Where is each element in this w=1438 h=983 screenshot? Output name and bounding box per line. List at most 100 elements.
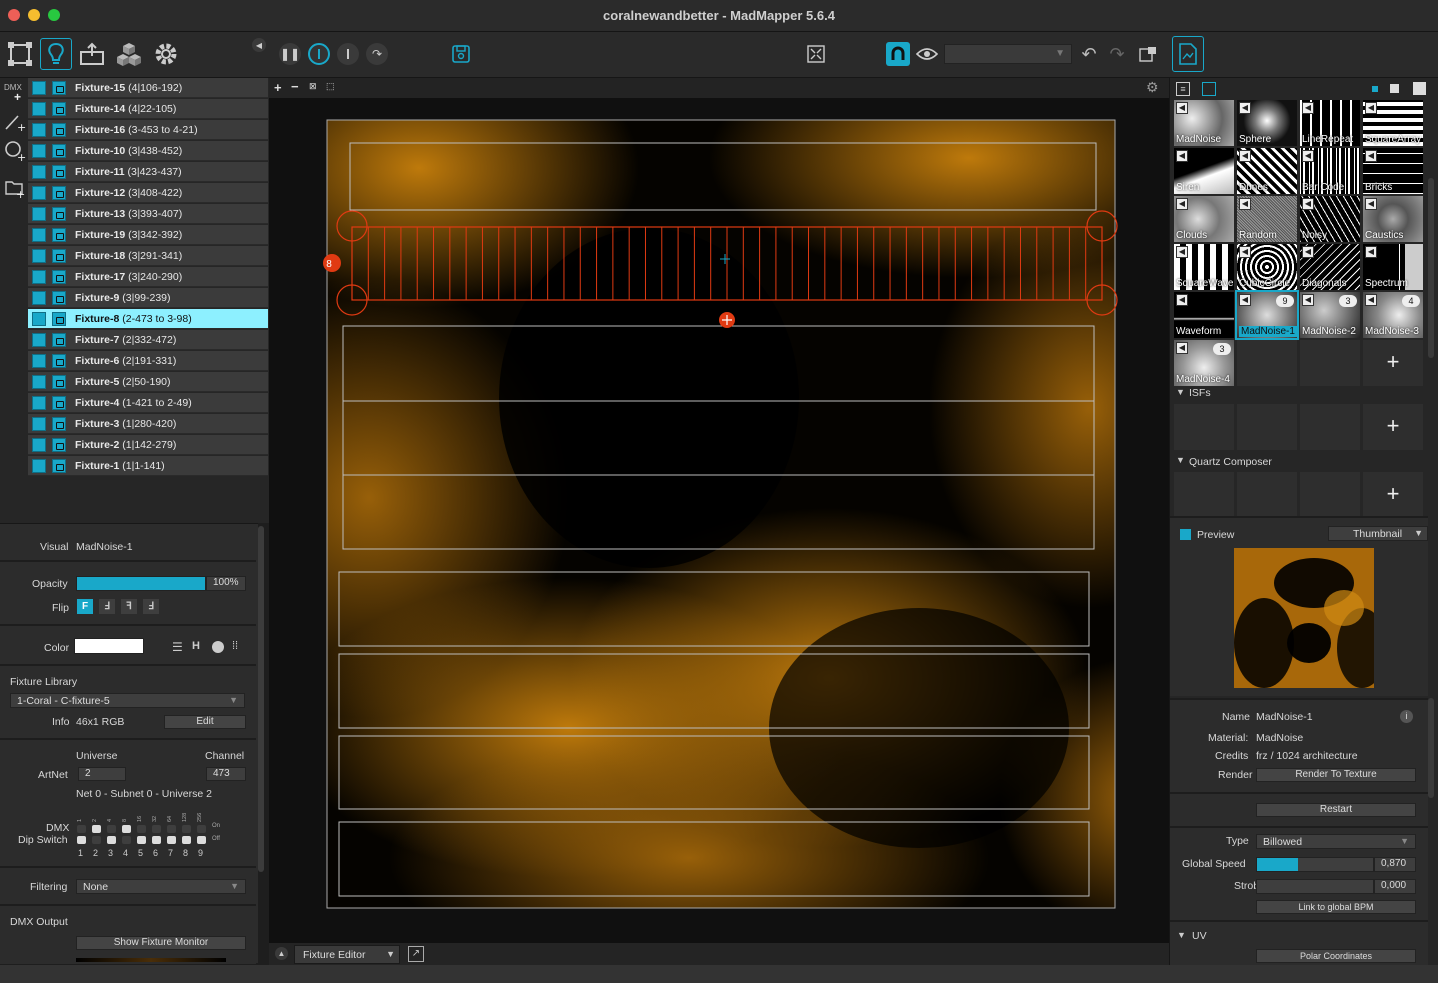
redo-icon[interactable]: ↷: [1104, 42, 1130, 66]
fixture-visible-checkbox[interactable]: [32, 312, 46, 326]
dip-switch-on[interactable]: [77, 825, 86, 833]
list-icon[interactable]: ☰: [172, 640, 183, 654]
fixture-visible-checkbox[interactable]: [32, 165, 46, 179]
fixture-visible-checkbox[interactable]: [32, 459, 46, 473]
dip-switch-off[interactable]: [182, 836, 191, 844]
material-thumbnail[interactable]: ◀ Random: [1237, 196, 1297, 242]
fixture-row[interactable]: Fixture-5 (2|50-190): [28, 372, 268, 392]
lock-icon[interactable]: [52, 144, 66, 158]
lock-icon[interactable]: [52, 207, 66, 221]
fixture-row[interactable]: Fixture-4 (1-421 to 2-49): [28, 393, 268, 413]
fixture-row[interactable]: Fixture-14 (4|22-105): [28, 99, 268, 119]
chevron-down-icon[interactable]: ▼: [1177, 930, 1186, 940]
play-icon[interactable]: ◀: [1176, 150, 1188, 162]
fixture-row[interactable]: Fixture-15 (4|106-192): [28, 78, 268, 98]
settings-icon[interactable]: [150, 38, 182, 70]
add-material-button[interactable]: +: [1363, 340, 1423, 386]
add-quartz-button[interactable]: +: [1363, 472, 1423, 518]
fixture-visible-checkbox[interactable]: [32, 375, 46, 389]
channel-stepper[interactable]: 473: [206, 767, 246, 781]
dip-switch-on[interactable]: [122, 825, 131, 833]
fixture-row[interactable]: Fixture-3 (1|280-420): [28, 414, 268, 434]
play-icon[interactable]: ◀: [1239, 294, 1251, 306]
fixture-visible-checkbox[interactable]: [32, 207, 46, 221]
play-icon[interactable]: ◀: [1239, 246, 1251, 258]
play-icon[interactable]: ◀: [1302, 246, 1314, 258]
flip-vertical-button[interactable]: ꟻ: [121, 599, 137, 614]
flip-none-button[interactable]: F: [77, 599, 93, 614]
lock-icon[interactable]: [52, 186, 66, 200]
lock-icon[interactable]: [52, 396, 66, 410]
fixture-visible-checkbox[interactable]: [32, 291, 46, 305]
fixture-row[interactable]: Fixture-8 (2-473 to 3-98): [28, 309, 268, 329]
strobe-slider[interactable]: [1256, 879, 1374, 894]
dip-switch-on[interactable]: [167, 825, 176, 833]
play-icon[interactable]: ◀: [1239, 198, 1251, 210]
fixture-visible-checkbox[interactable]: [32, 186, 46, 200]
material-thumbnail[interactable]: ◀ MadNoise: [1174, 100, 1234, 146]
fit-icon[interactable]: ⊠: [309, 81, 317, 92]
play-icon[interactable]: ◀: [1365, 198, 1377, 210]
fixture-visible-checkbox[interactable]: [32, 417, 46, 431]
dip-switch-off[interactable]: [197, 836, 206, 844]
material-thumbnail[interactable]: ◀ Sphere: [1237, 100, 1297, 146]
fixture-row[interactable]: Fixture-18 (3|291-341): [28, 246, 268, 266]
color-wheel-icon[interactable]: [212, 641, 224, 653]
hsv-icon[interactable]: H: [192, 640, 200, 652]
chevron-down-icon[interactable]: ▼: [1176, 455, 1185, 465]
lock-icon[interactable]: [52, 375, 66, 389]
filtering-select[interactable]: None ▼: [76, 879, 246, 894]
fixture-row[interactable]: Fixture-9 (3|99-239): [28, 288, 268, 308]
dip-switch-off[interactable]: [152, 836, 161, 844]
chevron-down-icon[interactable]: ▼: [1176, 387, 1185, 397]
grid-icon[interactable]: ⁞⁞: [232, 640, 238, 652]
step-icon[interactable]: [337, 43, 359, 65]
visual-value[interactable]: MadNoise-1: [76, 541, 133, 553]
magnet-icon[interactable]: [886, 42, 910, 66]
output-window-icon[interactable]: [1135, 42, 1161, 66]
preview-mode-select[interactable]: Thumbnail ▼: [1328, 526, 1428, 541]
fixture-visible-checkbox[interactable]: [32, 270, 46, 284]
lock-icon[interactable]: [52, 354, 66, 368]
play-icon[interactable]: ◀: [1365, 150, 1377, 162]
fixture-visible-checkbox[interactable]: [32, 354, 46, 368]
flip-both-button[interactable]: Ⅎ: [143, 599, 159, 614]
dip-switch-on[interactable]: [152, 825, 161, 833]
loop-icon[interactable]: ↷: [366, 43, 388, 65]
lock-icon[interactable]: [52, 438, 66, 452]
add-circle-icon[interactable]: +: [4, 140, 26, 165]
lock-icon[interactable]: [52, 270, 66, 284]
fixture-visible-checkbox[interactable]: [32, 123, 46, 137]
material-thumbnail[interactable]: ◀ Siren: [1174, 148, 1234, 194]
3d-mode-icon[interactable]: [113, 38, 145, 70]
medium-thumb-icon[interactable]: [1390, 84, 1399, 93]
viewport-settings-icon[interactable]: ⚙: [1146, 79, 1159, 96]
fixture-library-select[interactable]: 1-Coral - C-fixture-5 ▼: [10, 693, 245, 708]
dip-switch-off[interactable]: [92, 836, 101, 844]
name-value[interactable]: MadNoise-1: [1256, 711, 1313, 723]
play-icon[interactable]: ◀: [1302, 150, 1314, 162]
fixture-row[interactable]: Fixture-6 (2|191-331): [28, 351, 268, 371]
play-icon[interactable]: ◀: [1302, 102, 1314, 114]
material-thumbnail[interactable]: ◀ CubicCircle: [1237, 244, 1297, 290]
play-icon[interactable]: ◀: [1176, 246, 1188, 258]
inspector-scrollbar[interactable]: [258, 526, 264, 872]
fixture-row[interactable]: Fixture-1 (1|1-141): [28, 456, 268, 476]
lock-icon[interactable]: [52, 81, 66, 95]
opacity-slider[interactable]: [76, 576, 206, 591]
material-thumbnail[interactable]: ◀ Bar Code: [1300, 148, 1360, 194]
lock-icon[interactable]: [52, 102, 66, 116]
fixture-row[interactable]: Fixture-11 (3|423-437): [28, 162, 268, 182]
material-thumbnail[interactable]: ◀ 3 MadNoise-2: [1300, 292, 1360, 338]
play-icon[interactable]: ◀: [1176, 102, 1188, 114]
large-thumb-icon[interactable]: [1413, 82, 1426, 95]
dip-switch-on[interactable]: [107, 825, 116, 833]
fixture-visible-checkbox[interactable]: [32, 228, 46, 242]
fixture-viewport[interactable]: 8: [269, 78, 1169, 943]
mapping-mode-icon[interactable]: [4, 38, 36, 70]
fixture-visible-checkbox[interactable]: [32, 81, 46, 95]
fixture-visible-checkbox[interactable]: [32, 333, 46, 347]
thumbnail-view-icon[interactable]: [1202, 82, 1216, 96]
lock-icon[interactable]: [52, 333, 66, 347]
link-to-global-bpm-button[interactable]: Link to global BPM: [1256, 900, 1416, 914]
